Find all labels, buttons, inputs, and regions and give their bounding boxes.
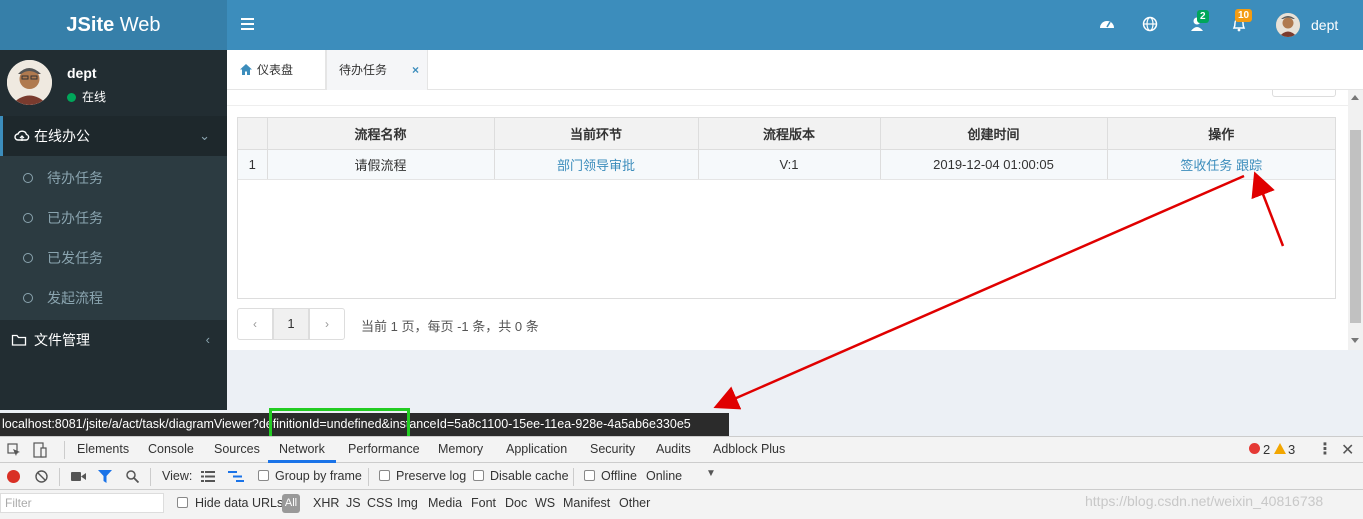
hide-data-urls-label: Hide data URLs: [195, 496, 284, 510]
watermark: https://blog.csdn.net/weixin_40816738: [1085, 493, 1324, 509]
tab-adblock-plus[interactable]: Adblock Plus: [713, 442, 785, 456]
tab-network[interactable]: Network: [279, 442, 325, 456]
filter-type-other[interactable]: Other: [619, 496, 650, 510]
waterfall-view-icon[interactable]: [228, 471, 244, 482]
group-by-frame-checkbox[interactable]: [258, 470, 269, 481]
device-toolbar-icon[interactable]: [32, 442, 48, 458]
clear-icon[interactable]: [35, 470, 48, 483]
filter-input[interactable]: Filter: [0, 493, 164, 513]
devtools-panel: Elements Console Sources Network Perform…: [0, 436, 1363, 519]
warning-icon[interactable]: [1274, 443, 1286, 454]
search-icon[interactable]: [126, 470, 139, 483]
tab-elements[interactable]: Elements: [77, 442, 129, 456]
disable-cache-checkbox[interactable]: [473, 470, 484, 481]
filter-type-img[interactable]: Img: [397, 496, 418, 510]
network-toolbar: View: Group by frame Preserve log Disabl…: [0, 464, 1363, 490]
active-tab-indicator: [268, 460, 336, 463]
filter-type-css[interactable]: CSS: [367, 496, 393, 510]
filter-type-doc[interactable]: Doc: [505, 496, 527, 510]
inspect-element-icon[interactable]: [7, 443, 21, 457]
filter-type-all[interactable]: All: [282, 494, 300, 513]
annotation-arrow-to-track: [1251, 171, 1285, 247]
filter-type-font[interactable]: Font: [471, 496, 496, 510]
group-by-frame-label: Group by frame: [275, 469, 362, 483]
separator: [59, 468, 60, 486]
tab-sources[interactable]: Sources: [214, 442, 260, 456]
filter-type-js[interactable]: JS: [346, 496, 361, 510]
tab-security[interactable]: Security: [590, 442, 635, 456]
offline-label: Offline: [601, 469, 637, 483]
preserve-log-label: Preserve log: [396, 469, 467, 483]
record-icon[interactable]: [7, 470, 20, 483]
filter-type-manifest[interactable]: Manifest: [563, 496, 610, 510]
close-devtools-icon[interactable]: ✕: [1341, 440, 1354, 460]
tab-audits[interactable]: Audits: [656, 442, 691, 456]
warning-count[interactable]: 3: [1288, 442, 1295, 457]
disable-cache-label: Disable cache: [490, 469, 569, 483]
throttling-select[interactable]: Online: [646, 469, 682, 483]
annotation-arrow-to-url: [713, 174, 1245, 410]
filter-type-xhr[interactable]: XHR: [313, 496, 339, 510]
tab-console[interactable]: Console: [148, 442, 194, 456]
preserve-log-checkbox[interactable]: [379, 470, 390, 481]
hide-data-urls-checkbox[interactable]: [177, 497, 188, 508]
separator: [573, 468, 574, 486]
tab-application[interactable]: Application: [506, 442, 567, 456]
tab-memory[interactable]: Memory: [438, 442, 483, 456]
chevron-down-icon[interactable]: ▼: [706, 468, 716, 479]
filter-type-ws[interactable]: WS: [535, 496, 555, 510]
separator: [150, 468, 151, 486]
more-options-icon[interactable]: ⋮: [1317, 439, 1333, 459]
offline-checkbox[interactable]: [584, 470, 595, 481]
filter-icon[interactable]: [98, 470, 112, 483]
filter-type-media[interactable]: Media: [428, 496, 462, 510]
error-count[interactable]: 2: [1263, 442, 1270, 457]
tab-performance[interactable]: Performance: [348, 442, 420, 456]
separator: [368, 468, 369, 486]
devtools-tab-bar: Elements Console Sources Network Perform…: [0, 437, 1363, 463]
error-icon[interactable]: [1249, 443, 1260, 454]
screenshot-camera-icon[interactable]: [71, 471, 86, 482]
view-label: View:: [162, 469, 193, 483]
list-view-icon[interactable]: [201, 471, 215, 482]
separator: [64, 441, 65, 459]
